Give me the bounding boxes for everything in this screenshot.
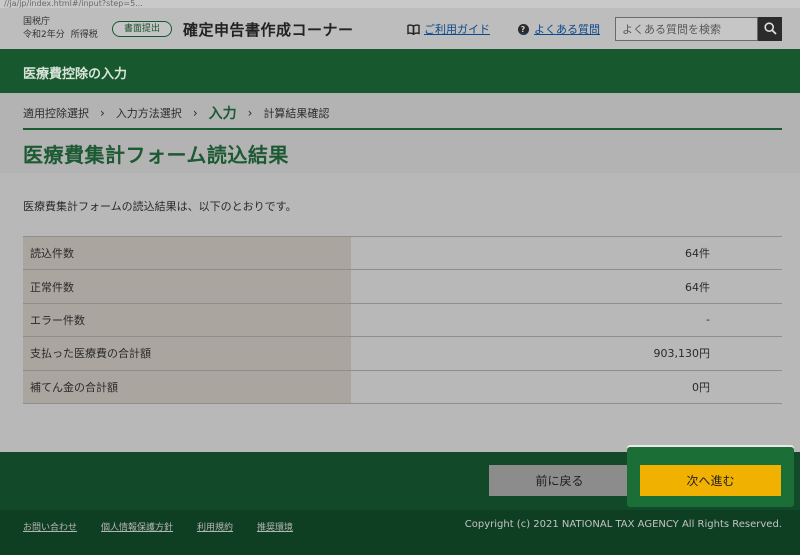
breadcrumb-divider <box>23 128 782 130</box>
tax-year: 令和2年分 <box>23 30 65 40</box>
section-band: 医療費控除の入力 <box>0 49 800 93</box>
site-title: 確定申告書作成コーナー <box>183 21 354 39</box>
chevron-right-icon: › <box>192 106 198 120</box>
row-value: 64件 <box>351 235 782 271</box>
table-row: 補てん金の合計額 0円 <box>23 369 782 404</box>
submission-badge: 書面提出 <box>112 21 172 37</box>
breadcrumb: 適用控除選択 › 入力方法選択 › 入力 › 計算結果確認 <box>23 103 329 123</box>
agency-block: 国税庁 令和2年分 所得税 <box>23 16 98 41</box>
page-heading-area: 適用控除選択 › 入力方法選択 › 入力 › 計算結果確認 医療費集計フォーム読… <box>0 93 800 173</box>
agency-name: 国税庁 <box>23 17 51 27</box>
table-row: 読込件数 64件 <box>23 235 782 271</box>
faq-search-input[interactable] <box>615 17 758 41</box>
faq-link[interactable]: ? よくある質問 <box>516 21 600 37</box>
next-button[interactable]: 次へ進む <box>640 465 781 496</box>
breadcrumb-step-deduction: 適用控除選択 <box>23 107 89 120</box>
table-row: エラー件数 - <box>23 302 782 338</box>
main-content: 医療費集計フォームの読込結果は、以下のとおりです。 読込件数 64件 正常件数 … <box>0 173 800 452</box>
back-button[interactable]: 前に戻る <box>489 465 630 496</box>
search-icon <box>763 20 777 39</box>
footer-links: お問い合わせ 個人情報保護方針 利用規約 推奨環境 <box>23 520 317 533</box>
breadcrumb-step-input-current: 入力 <box>208 106 237 122</box>
question-icon: ? <box>517 23 529 35</box>
search-button[interactable] <box>758 17 782 41</box>
row-label: 支払った医療費の合計額 <box>23 336 351 371</box>
row-label: 読込件数 <box>23 235 351 271</box>
page-title: 医療費集計フォーム読込結果 <box>23 143 289 167</box>
url-text: //ja/jp/index.html#/input?step=5... <box>4 0 143 8</box>
row-value: - <box>351 302 782 338</box>
row-value: 0円 <box>351 369 782 404</box>
row-value: 64件 <box>351 269 782 304</box>
breadcrumb-step-method: 入力方法選択 <box>115 107 182 120</box>
results-table: 読込件数 64件 正常件数 64件 エラー件数 - 支払った医療費の合計額 90… <box>23 235 782 404</box>
chevron-right-icon: › <box>100 106 105 120</box>
footer-link-contact[interactable]: お問い合わせ <box>23 520 77 533</box>
row-label: エラー件数 <box>23 302 351 338</box>
row-value: 903,130円 <box>351 336 782 371</box>
copyright: Copyright (c) 2021 NATIONAL TAX AGENCY A… <box>464 519 782 530</box>
section-title: 医療費控除の入力 <box>23 67 128 82</box>
action-bar: 前に戻る 次へ進む <box>0 447 800 510</box>
site-footer: お問い合わせ 個人情報保護方針 利用規約 推奨環境 Copyright (c) … <box>0 510 800 555</box>
book-icon <box>406 22 420 36</box>
faq-link-label: よくある質問 <box>534 23 600 36</box>
footer-link-environment[interactable]: 推奨環境 <box>257 520 293 533</box>
table-row: 正常件数 64件 <box>23 269 782 304</box>
chevron-right-icon: › <box>247 106 253 120</box>
row-label: 補てん金の合計額 <box>23 369 351 404</box>
guide-link[interactable]: ご利用ガイド <box>406 21 490 37</box>
browser-url-bar: //ja/jp/index.html#/input?step=5... <box>0 0 800 8</box>
footer-link-privacy[interactable]: 個人情報保護方針 <box>101 520 173 533</box>
guide-link-label: ご利用ガイド <box>424 23 490 36</box>
breadcrumb-step-result: 計算結果確認 <box>263 107 330 120</box>
site-header: 国税庁 令和2年分 所得税 書面提出 確定申告書作成コーナー ご利用ガイド ? よ… <box>0 8 800 49</box>
footer-link-terms[interactable]: 利用規約 <box>197 520 233 533</box>
intro-text: 医療費集計フォームの読込結果は、以下のとおりです。 <box>23 200 297 213</box>
tax-type: 所得税 <box>70 30 98 40</box>
table-row: 支払った医療費の合計額 903,130円 <box>23 336 782 371</box>
row-label: 正常件数 <box>23 269 351 304</box>
